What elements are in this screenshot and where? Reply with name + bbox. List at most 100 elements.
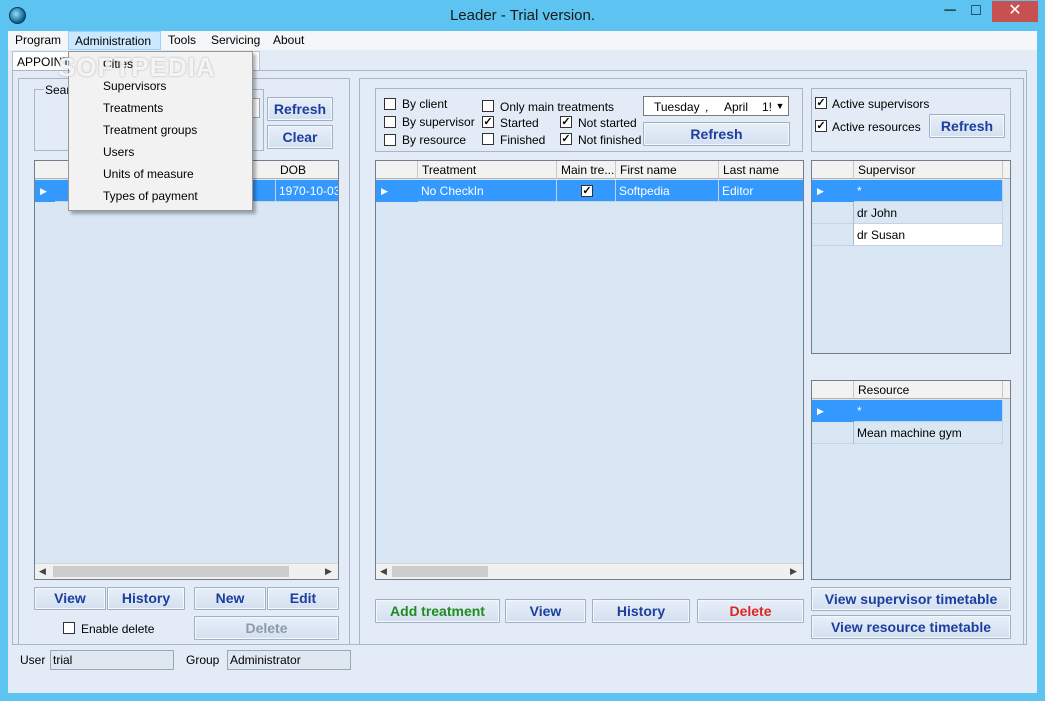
by-resource-checkbox[interactable]: [384, 134, 396, 146]
table-row[interactable]: ▶ *: [812, 180, 1003, 202]
treatment-grid-header: Treatment Main tre... First name Last na…: [376, 161, 803, 179]
by-supervisor-label: By supervisor: [402, 115, 475, 129]
active-resources-checkbox[interactable]: ✓: [815, 120, 827, 132]
table-row[interactable]: Mean machine gym: [812, 422, 1003, 444]
scroll-left-icon[interactable]: ◀: [380, 566, 387, 577]
treatment-view-button[interactable]: View: [505, 599, 586, 623]
by-client-checkbox[interactable]: [384, 98, 396, 110]
view-resource-timetable-button[interactable]: View resource timetable: [811, 615, 1011, 639]
scroll-thumb[interactable]: [53, 566, 289, 577]
column-header-main[interactable]: Main tre...: [557, 161, 616, 179]
only-main-checkbox[interactable]: [482, 100, 494, 112]
menu-tools[interactable]: Tools: [162, 31, 202, 50]
started-checkbox[interactable]: ✓: [482, 116, 494, 128]
not-started-checkbox[interactable]: ✓: [560, 116, 572, 128]
not-finished-label: Not finished: [578, 133, 642, 147]
menu-item-treatment-groups[interactable]: Treatment groups: [103, 119, 197, 141]
treatment-grid[interactable]: Treatment Main tre... First name Last na…: [375, 160, 804, 580]
group-label: Group: [186, 653, 220, 667]
client-edit-button[interactable]: Edit: [267, 587, 339, 610]
table-row[interactable]: ▶ *: [812, 400, 1003, 422]
scroll-left-icon[interactable]: ◀: [39, 566, 46, 577]
column-header-supervisor[interactable]: Supervisor: [854, 161, 1003, 179]
by-resource-label: By resource: [402, 133, 467, 147]
only-main-label: Only main treatments: [500, 100, 615, 114]
row-selector-icon: ▶: [812, 180, 854, 202]
client-delete-button[interactable]: Delete: [194, 616, 339, 640]
table-row[interactable]: dr John: [812, 202, 1003, 224]
menu-servicing[interactable]: Servicing: [205, 31, 266, 50]
cell-first-name: Softpedia: [616, 180, 719, 202]
menu-item-treatments[interactable]: Treatments: [103, 97, 163, 119]
cell-dob: 1970-10-03: [276, 180, 338, 202]
date-picker[interactable]: Tuesday , April 1! ▼: [643, 96, 789, 116]
date-day-number: 1!: [762, 100, 773, 114]
scroll-right-icon[interactable]: ▶: [790, 566, 797, 577]
left-clear-button[interactable]: Clear: [267, 125, 333, 149]
by-client-label: By client: [402, 97, 448, 111]
scroll-thumb[interactable]: [392, 566, 488, 577]
not-finished-checkbox[interactable]: ✓: [560, 133, 572, 145]
column-header-resource[interactable]: Resource: [854, 381, 1003, 399]
row-header-corner: [376, 161, 418, 179]
view-supervisor-timetable-button[interactable]: View supervisor timetable: [811, 587, 1011, 611]
cell-last-name: Editor: [719, 180, 803, 202]
table-row[interactable]: dr Susan: [812, 224, 1003, 246]
close-button[interactable]: ✕: [992, 1, 1038, 22]
supervisor-grid[interactable]: Supervisor ▶ * dr John dr Susan: [811, 160, 1011, 354]
softpedia-watermark: SOFTPEDIA: [58, 52, 216, 82]
row-selector-icon: ▶: [376, 180, 418, 202]
column-header-dob[interactable]: DOB: [276, 161, 338, 179]
menu-program[interactable]: Program: [9, 31, 67, 50]
cell-resource: Mean machine gym: [854, 422, 1003, 444]
column-header-first-name[interactable]: First name: [616, 161, 719, 179]
client-history-button[interactable]: History: [107, 587, 185, 610]
user-field: trial: [50, 650, 174, 670]
row-header-corner: [812, 161, 854, 179]
active-supervisors-label: Active supervisors: [832, 97, 930, 111]
treatment-grid-hscroll[interactable]: ◀ ▶: [376, 563, 803, 579]
supervisor-grid-header: Supervisor: [812, 161, 1010, 179]
menu-item-types-of-payment[interactable]: Types of payment: [103, 185, 198, 207]
cell-resource: *: [854, 400, 1003, 422]
cell-supervisor: *: [854, 180, 1003, 202]
treatment-delete-button[interactable]: Delete: [697, 599, 804, 623]
left-refresh-button[interactable]: Refresh: [267, 97, 333, 121]
add-treatment-button[interactable]: Add treatment: [375, 599, 500, 623]
client-grid-hscroll[interactable]: ◀ ▶: [35, 563, 338, 579]
enable-delete-checkbox[interactable]: [63, 622, 75, 634]
right-refresh-button[interactable]: Refresh: [929, 114, 1005, 138]
row-selector-icon: ▶: [35, 180, 55, 202]
treatment-history-button[interactable]: History: [592, 599, 690, 623]
menu-item-units-of-measure[interactable]: Units of measure: [103, 163, 194, 185]
group-field: Administrator: [227, 650, 351, 670]
started-label: Started: [500, 116, 539, 130]
menu-administration[interactable]: Administration: [68, 31, 161, 50]
menu-about[interactable]: About: [267, 31, 310, 50]
cell-supervisor: dr John: [854, 202, 1003, 224]
by-supervisor-checkbox[interactable]: [384, 116, 396, 128]
row-header: [812, 224, 854, 246]
window-title: Leader - Trial version.: [449, 7, 596, 24]
column-header-last-name[interactable]: Last name: [719, 161, 803, 179]
maximize-button[interactable]: □: [963, 1, 989, 22]
column-header-treatment[interactable]: Treatment: [418, 161, 557, 179]
client-new-button[interactable]: New: [194, 587, 266, 610]
client-grid[interactable]: DOB ▶ 1970-10-03 ◀ ▶: [34, 160, 339, 580]
chevron-down-icon[interactable]: ▼: [772, 98, 788, 114]
row-selector-icon: ▶: [812, 400, 854, 422]
table-row[interactable]: ▶ No CheckIn ✓ Softpedia Editor: [376, 180, 803, 202]
minimize-button[interactable]: ─: [937, 1, 963, 22]
treatment-refresh-button[interactable]: Refresh: [643, 122, 790, 146]
active-supervisors-checkbox[interactable]: ✓: [815, 97, 827, 109]
row-header: [812, 422, 854, 444]
scroll-right-icon[interactable]: ▶: [325, 566, 332, 577]
active-resources-label: Active resources: [832, 120, 921, 134]
finished-checkbox[interactable]: [482, 133, 494, 145]
main-treatment-checkbox[interactable]: ✓: [581, 185, 593, 197]
enable-delete-label: Enable delete: [81, 622, 155, 636]
resource-grid[interactable]: Resource ▶ * Mean machine gym: [811, 380, 1011, 580]
client-view-button[interactable]: View: [34, 587, 106, 610]
menu-item-users[interactable]: Users: [103, 141, 134, 163]
cell-supervisor: dr Susan: [854, 224, 1003, 246]
